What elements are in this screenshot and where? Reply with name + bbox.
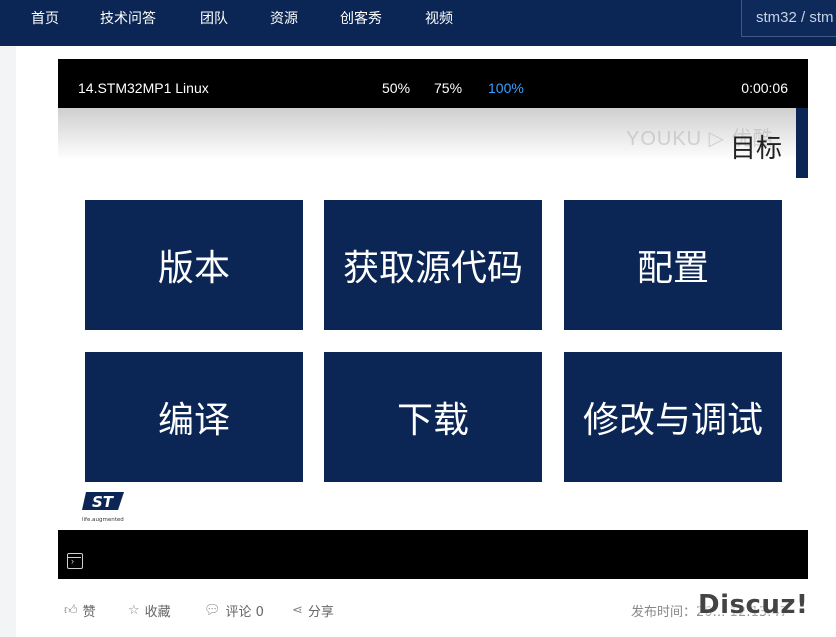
nav-item-home[interactable]: 首页 [31, 0, 59, 38]
nav-item-maker[interactable]: 创客秀 [340, 0, 382, 38]
search-input[interactable]: stm32 / stm [741, 0, 836, 37]
slide-tile-version: 版本 [85, 200, 303, 330]
logo-tagline: life.augmented [82, 517, 124, 523]
like-label: 赞 [82, 605, 96, 620]
share-icon: ⋖ [292, 603, 303, 618]
top-nav: 首页 技术问答 团队 资源 创客秀 视频 stm32 / stm [0, 0, 836, 46]
slide-title: 目标 [730, 134, 783, 164]
thumbs-up-icon: 👍︎ [64, 603, 78, 618]
slide-tile-get-source: 获取源代码 [324, 200, 542, 330]
quality-100-button[interactable]: 100% [488, 80, 524, 96]
video-title: 14.STM32MP1 Linux [78, 80, 209, 96]
left-gutter [0, 46, 16, 637]
slide-tile-config: 配置 [564, 200, 782, 330]
slide-tile-modify-debug: 修改与调试 [564, 352, 782, 482]
quality-75-button[interactable]: 75% [434, 80, 462, 96]
nav-item-resources[interactable]: 资源 [270, 0, 298, 38]
nav-item-qa[interactable]: 技术问答 [100, 0, 156, 38]
st-logo-icon: ST life.augmented [82, 492, 124, 523]
favorite-button[interactable]: ☆ 收藏 [128, 601, 171, 620]
svg-text:ST: ST [92, 493, 115, 511]
playback-time: 0:00:06 [741, 80, 788, 96]
comment-icon: 💬︎ [204, 603, 221, 618]
favorite-label: 收藏 [144, 605, 171, 620]
discuz-watermark: Discuz! [698, 590, 809, 620]
like-button[interactable]: 👍︎ 赞 [64, 601, 96, 620]
video-frame: YOUKU ▷ 优酷 目标 版本 获取源代码 配置 编译 下载 修改与调试 ST… [58, 108, 808, 530]
share-label: 分享 [307, 605, 334, 620]
slide-tile-download: 下载 [324, 352, 542, 482]
expand-controls-icon[interactable]: › [67, 553, 83, 569]
slide-tile-compile: 编译 [85, 352, 303, 482]
nav-item-team[interactable]: 团队 [200, 0, 228, 38]
comment-label: 评论 0 [225, 605, 264, 620]
comment-button[interactable]: 💬︎ 评论 0 [204, 601, 264, 620]
share-button[interactable]: ⋖ 分享 [292, 601, 334, 620]
quality-50-button[interactable]: 50% [382, 80, 410, 96]
nav-item-video[interactable]: 视频 [425, 0, 453, 38]
slide-accent-bar [796, 108, 808, 178]
star-icon: ☆ [128, 603, 140, 618]
video-player[interactable]: 14.STM32MP1 Linux 50% 75% 100% 0:00:06 Y… [58, 59, 808, 579]
